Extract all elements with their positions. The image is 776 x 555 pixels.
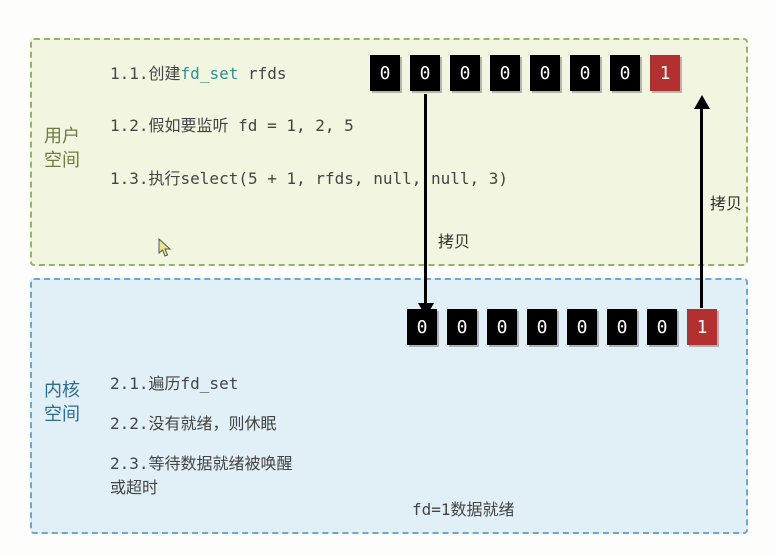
step-2-2: 2.2.没有就绪，则休眠 (110, 410, 277, 434)
bit-cell: 0 (370, 55, 400, 91)
bit-cell: 0 (530, 55, 560, 91)
bitset-kernel: 0 0 0 0 0 0 0 1 (407, 309, 717, 345)
bit-cell: 0 (567, 309, 597, 345)
arrow-copy-down-head (418, 303, 434, 317)
user-space-title: 用户 空间 (44, 124, 80, 173)
arrow-copy-up-head (694, 95, 710, 109)
step-1-2: 1.2.假如要监听 fd = 1, 2, 5 (110, 112, 354, 136)
copy-up-label: 拷贝 (710, 190, 742, 214)
bitset-user: 0 0 0 0 0 0 0 1 (370, 55, 680, 91)
bit-cell-set: 1 (687, 309, 717, 345)
bit-cell: 0 (647, 309, 677, 345)
ready-label: fd=1数据就绪 (412, 496, 515, 520)
step-1-1-prefix: 1.1.创建 (110, 64, 181, 83)
step-1-1: 1.1.创建fd_set rfds (110, 60, 287, 84)
bit-cell: 0 (487, 309, 517, 345)
arrow-copy-up (700, 108, 703, 308)
kernel-space-title: 内核 空间 (44, 378, 80, 427)
bit-cell: 0 (450, 55, 480, 91)
bit-cell: 0 (607, 309, 637, 345)
step-1-3: 1.3.执行select(5 + 1, rfds, null, null, 3) (110, 165, 508, 189)
step-1-1-suffix: rfds (238, 64, 286, 83)
arrow-copy-down (424, 94, 427, 305)
step-2-3: 2.3.等待数据就绪被唤醒 或超时 (110, 450, 293, 498)
bit-cell: 0 (410, 55, 440, 91)
bit-cell: 0 (447, 309, 477, 345)
bit-cell-set: 1 (650, 55, 680, 91)
bit-cell: 0 (610, 55, 640, 91)
bit-cell: 0 (490, 55, 520, 91)
bit-cell: 0 (527, 309, 557, 345)
copy-down-label: 拷贝 (438, 228, 470, 252)
step-2-1: 2.1.遍历fd_set (110, 370, 238, 394)
bit-cell: 0 (570, 55, 600, 91)
step-1-1-ident: fd_set (181, 64, 239, 83)
